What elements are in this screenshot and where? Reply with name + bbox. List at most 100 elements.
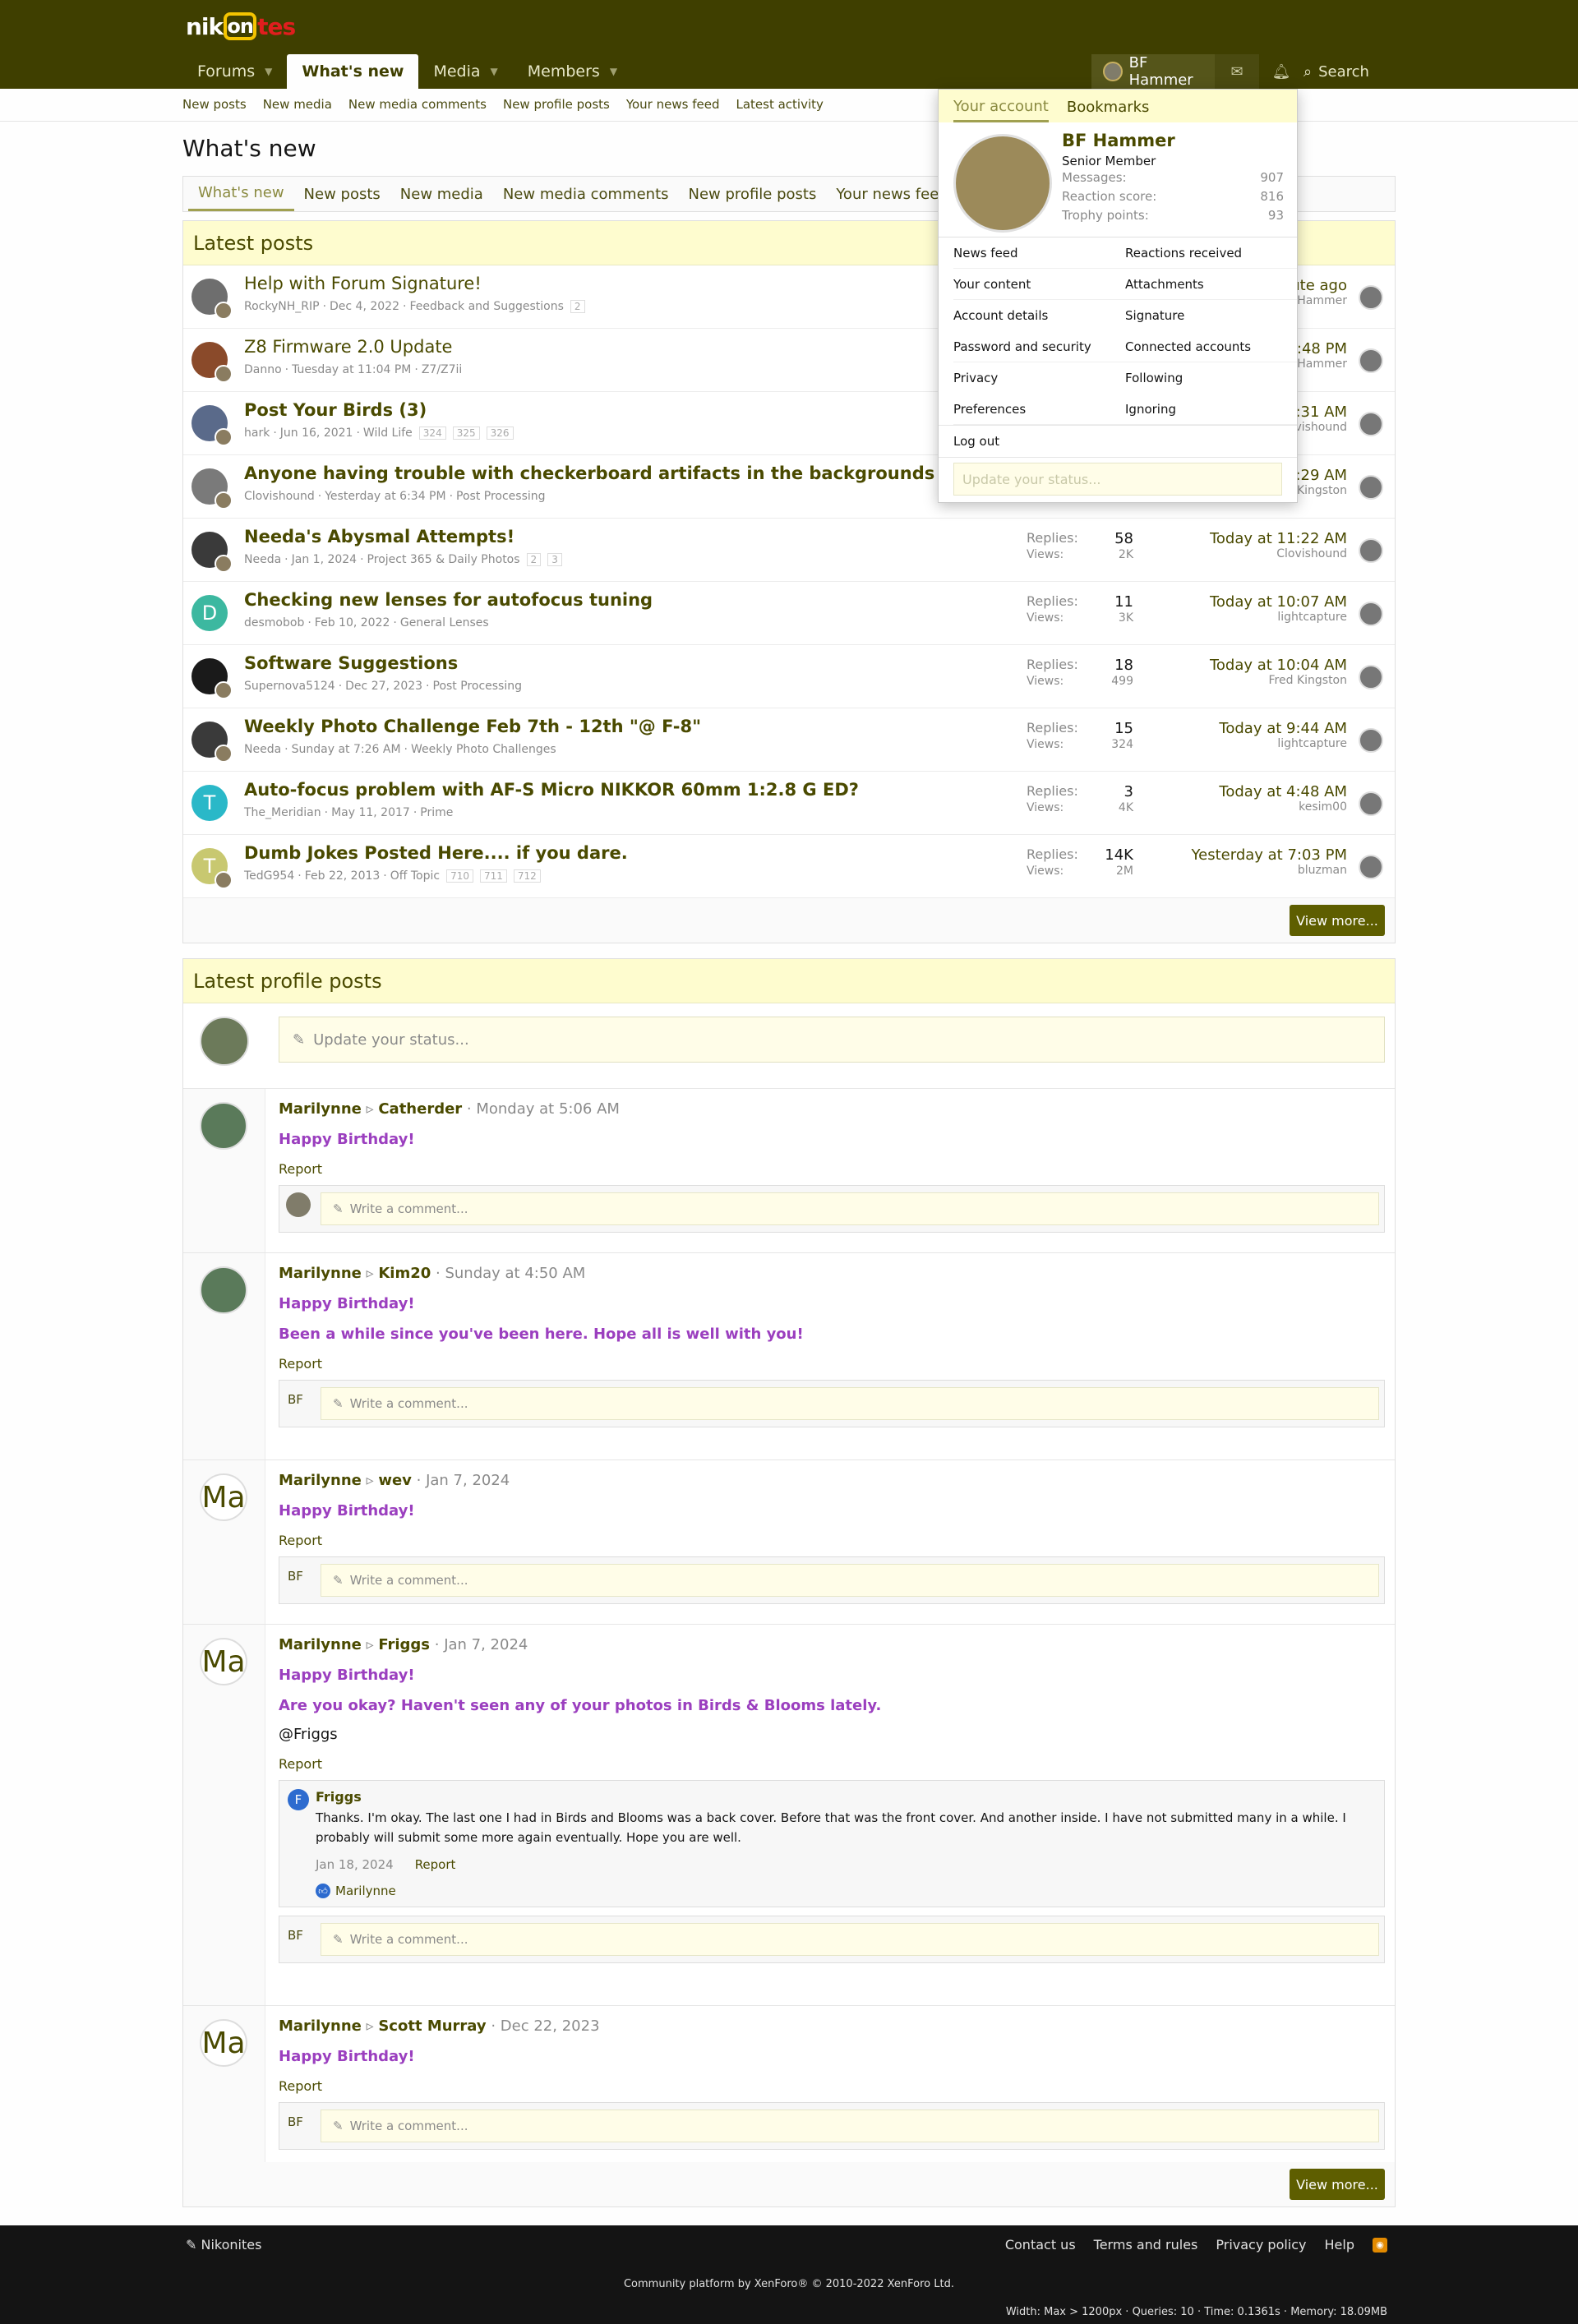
thread-author[interactable]: TedG954 [244, 869, 294, 883]
author-avatar[interactable]: Ma [200, 1638, 247, 1685]
post-mention[interactable]: @Friggs [279, 1726, 1385, 1743]
thread-title[interactable]: Needa's Abysmal Attempts! [244, 527, 514, 546]
post-author[interactable]: Marilynne [279, 1636, 362, 1653]
rss-icon[interactable]: ◉ [1373, 2237, 1387, 2253]
thread-date[interactable]: Feb 10, 2022 [315, 616, 390, 629]
post-date[interactable]: · Monday at 5:06 AM [462, 1100, 620, 1118]
last-poster-avatar[interactable] [1359, 728, 1383, 753]
tab-new-posts[interactable]: New posts [294, 177, 390, 211]
last-poster-avatar[interactable] [1359, 602, 1383, 626]
nav-media[interactable]: Media ▼ [418, 54, 512, 89]
last-post-user[interactable]: Clovishound [1166, 547, 1347, 560]
envelope-icon[interactable]: ✉ [1215, 54, 1259, 89]
account-name[interactable]: BF Hammer [1062, 131, 1175, 150]
post-date[interactable]: · Jan 7, 2024 [412, 1472, 510, 1489]
tab-new-profile-posts[interactable]: New profile posts [679, 177, 827, 211]
thread-author[interactable]: Needa [244, 553, 281, 566]
post-target[interactable]: wev [378, 1472, 412, 1489]
nav-what-s-new[interactable]: What's new [287, 54, 419, 89]
nav-members[interactable]: Members ▼ [513, 54, 632, 89]
thread-date[interactable]: Sunday at 7:26 AM [292, 743, 401, 756]
last-post-date[interactable]: Today at 11:22 AM [1166, 530, 1347, 547]
last-post-date[interactable]: Today at 10:07 AM [1166, 593, 1347, 611]
menu-status-input[interactable]: Update your status... [953, 463, 1282, 496]
view-more-posts-button[interactable]: View more... [1290, 905, 1385, 936]
chevron-down-icon[interactable]: ▼ [265, 66, 272, 77]
subnav-latest-activity[interactable]: Latest activity [736, 97, 823, 112]
last-post-date[interactable]: Yesterday at 7:03 PM [1166, 846, 1347, 864]
menu-signature[interactable]: Signature [1125, 300, 1297, 331]
report-link[interactable]: Report [279, 1756, 1385, 1772]
last-post-user[interactable]: lightcapture [1166, 737, 1347, 750]
thread-title[interactable]: Weekly Photo Challenge Feb 7th - 12th "@… [244, 717, 701, 736]
thread-author[interactable]: hark [244, 427, 270, 440]
footer-help[interactable]: Help [1325, 2237, 1354, 2253]
thread-forum[interactable]: Off Topic [390, 869, 440, 883]
liker-name[interactable]: Marilynne [335, 1884, 396, 1898]
status-input[interactable]: ✎ Update your status... [279, 1017, 1385, 1063]
post-date[interactable]: · Jan 7, 2024 [430, 1636, 528, 1653]
thread-title[interactable]: Z8 Firmware 2.0 Update [244, 337, 452, 357]
page-link[interactable]: 711 [479, 869, 507, 883]
thread-title[interactable]: Software Suggestions [244, 653, 458, 673]
page-link[interactable]: 712 [513, 869, 541, 883]
subnav-new-posts[interactable]: New posts [182, 97, 247, 112]
nav-forums[interactable]: Forums ▼ [182, 54, 287, 89]
thread-author[interactable]: Needa [244, 743, 281, 756]
subnav-new-media[interactable]: New media [263, 97, 332, 112]
thread-forum[interactable]: Project 365 & Daily Photos [367, 553, 520, 566]
last-post-date[interactable]: Today at 9:44 AM [1166, 720, 1347, 737]
comment-input[interactable]: ✎ Write a comment... [321, 1564, 1379, 1597]
thread-forum[interactable]: Wild Life [363, 427, 413, 440]
thread-author[interactable]: RockyNH_RIP [244, 300, 320, 313]
author-avatar[interactable] [200, 1266, 247, 1314]
thread-date[interactable]: Dec 4, 2022 [330, 300, 399, 313]
menu-password-and-security[interactable]: Password and security [953, 331, 1125, 362]
last-post-date[interactable]: Today at 4:48 AM [1166, 783, 1347, 800]
site-logo[interactable]: nik on tes [186, 8, 296, 44]
thread-title[interactable]: Checking new lenses for autofocus tuning [244, 590, 653, 610]
logout-link[interactable]: Log out [939, 425, 1297, 458]
footer-contact-us[interactable]: Contact us [1005, 2237, 1076, 2253]
search-button[interactable]: ⌕ Search [1303, 54, 1391, 89]
page-link[interactable]: 325 [452, 427, 480, 440]
thread-date[interactable]: Tuesday at 11:04 PM [292, 363, 411, 376]
last-post-date[interactable]: Today at 10:04 AM [1166, 657, 1347, 674]
page-link[interactable]: 326 [486, 427, 514, 440]
thread-title[interactable]: Help with Forum Signature! [244, 274, 482, 293]
thread-date[interactable]: Jun 16, 2021 [280, 427, 353, 440]
author-avatar[interactable]: Ma [200, 2019, 247, 2067]
bell-icon[interactable]: 🔔︎ [1259, 54, 1303, 89]
menu-your-content[interactable]: Your content [953, 269, 1125, 300]
comment-input[interactable]: ✎ Write a comment... [321, 1923, 1379, 1956]
post-date[interactable]: · Sunday at 4:50 AM [431, 1265, 585, 1282]
page-link[interactable]: 324 [418, 427, 446, 440]
user-avatar-large[interactable] [953, 134, 1052, 233]
chevron-down-icon[interactable]: ▼ [610, 66, 617, 77]
report-link[interactable]: Report [279, 1533, 1385, 1548]
menu-attachments[interactable]: Attachments [1125, 269, 1297, 300]
thread-author[interactable]: Danno [244, 363, 282, 376]
page-link[interactable]: 710 [446, 869, 473, 883]
thread-title[interactable]: Auto-focus problem with AF-S Micro NIKKO… [244, 780, 859, 800]
comment-input[interactable]: ✎ Write a comment... [321, 1387, 1379, 1420]
last-post-user[interactable]: lightcapture [1166, 611, 1347, 624]
report-link[interactable]: Report [279, 2078, 1385, 2094]
thread-author[interactable]: The_Meridian [244, 806, 321, 819]
post-author[interactable]: Marilynne [279, 1265, 362, 1282]
author-avatar[interactable]: Ma [200, 1473, 247, 1521]
last-poster-avatar[interactable] [1359, 855, 1383, 879]
tab-new-media[interactable]: New media [390, 177, 493, 211]
comment-input[interactable]: ✎ Write a comment... [321, 1192, 1379, 1225]
menu-connected-accounts[interactable]: Connected accounts [1125, 331, 1297, 362]
thread-author[interactable]: desmobob [244, 616, 304, 629]
subnav-new-media-comments[interactable]: New media comments [348, 97, 487, 112]
last-poster-avatar[interactable] [1359, 538, 1383, 563]
menu-reactions-received[interactable]: Reactions received [1125, 237, 1297, 269]
thread-forum[interactable]: Feedback and Suggestions [409, 300, 563, 313]
page-link[interactable]: 2 [570, 300, 585, 313]
last-poster-avatar[interactable] [1359, 412, 1383, 436]
post-target[interactable]: Catherder [378, 1100, 462, 1118]
post-date[interactable]: · Dec 22, 2023 [487, 2017, 599, 2035]
thread-title[interactable]: Post Your Birds (3) [244, 400, 427, 420]
